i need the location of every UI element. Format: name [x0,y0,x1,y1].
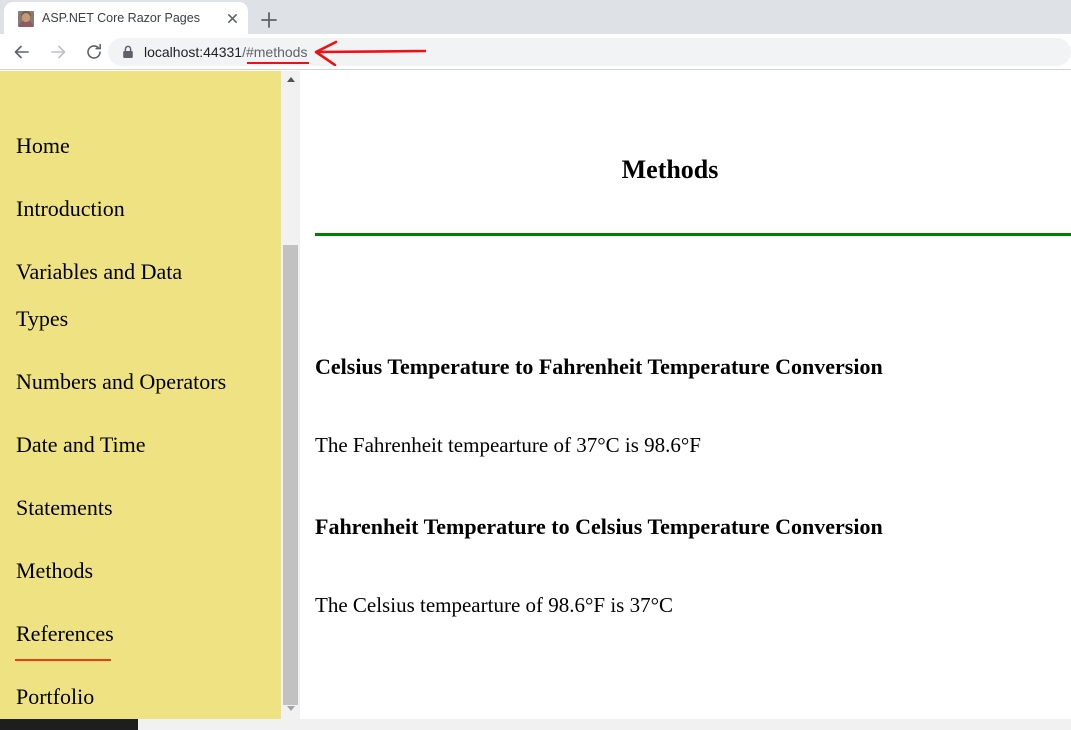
sidebar-item-date-and-time[interactable]: Date and Time [16,432,276,458]
new-tab-button[interactable] [256,7,282,33]
tab-title: ASP.NET Core Razor Pages [42,11,200,25]
browser-tab[interactable]: ASP.NET Core Razor Pages [4,2,248,34]
scroll-down-arrow-icon[interactable] [281,700,300,717]
section-heading-celsius-to-fahrenheit: Celsius Temperature to Fahrenheit Temper… [315,354,883,379]
sidebar-item-references[interactable]: References [16,621,276,647]
sidebar-navigation: Home Introduction Variables and Data Typ… [0,71,281,719]
tab-strip: ASP.NET Core Razor Pages [0,0,1071,34]
page-title: Methods [621,155,719,184]
section-heading-fahrenheit-to-celsius: Fahrenheit Temperature to Celsius Temper… [315,514,883,539]
browser-toolbar: localhost:44331/#methods [0,34,1071,70]
sidebar-item-methods[interactable]: Methods [16,558,276,584]
sidebar-scrollbar-thumb[interactable] [283,245,298,705]
forward-button [43,37,73,67]
url-underline-annotation [247,62,309,64]
sidebar-item-statements[interactable]: Statements [16,495,276,521]
main-content: Methods Celsius Temperature to Fahrenhei… [300,71,1071,719]
sidebar-item-types[interactable]: Types [16,306,276,332]
section-paragraph-celsius-to-fahrenheit: The Fahrenheit tempearture of 37°C is 98… [315,433,701,457]
methods-underline-annotation [15,659,111,661]
title-divider [315,233,1071,236]
close-icon[interactable] [224,10,241,27]
url-path: /#methods [242,44,308,60]
sidebar-item-variables-and-data[interactable]: Variables and Data [16,259,276,285]
sidebar-item-portfolio[interactable]: Portfolio [16,684,276,710]
sidebar-item-home[interactable]: Home [16,133,276,159]
section-paragraph-fahrenheit-to-celsius: The Celsius tempearture of 98.6°F is 37°… [315,593,673,617]
sidebar-item-introduction[interactable]: Introduction [16,196,276,222]
sidebar-item-numbers-and-operators[interactable]: Numbers and Operators [16,369,276,395]
browser-chrome: ASP.NET Core Razor Pages localhost:44331… [0,0,1071,70]
horizontal-scrollbar-thumb[interactable] [0,719,138,730]
page-viewport: Home Introduction Variables and Data Typ… [0,71,1071,730]
scroll-up-arrow-icon[interactable] [281,71,300,88]
lock-icon [120,44,136,60]
back-button[interactable] [7,37,37,67]
url-host: localhost:44331 [144,44,243,60]
reload-icon[interactable] [79,37,109,67]
person-photo-favicon [18,11,34,27]
horizontal-scrollbar-track[interactable] [0,719,1071,730]
